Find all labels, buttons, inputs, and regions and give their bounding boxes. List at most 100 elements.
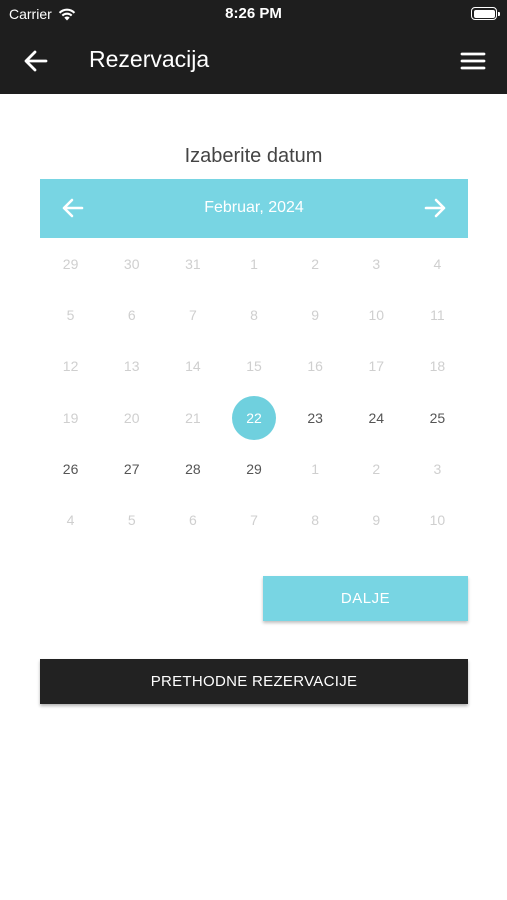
previous-reservations-button[interactable]: PRETHODNE REZERVACIJE [40, 659, 468, 704]
calendar-day[interactable]: 20 [101, 392, 162, 443]
calendar-day-label: 15 [246, 358, 262, 375]
calendar-day-label: 4 [66, 512, 75, 529]
calendar-day[interactable]: 7 [223, 494, 284, 545]
calendar-day[interactable]: 12 [40, 341, 101, 392]
calendar: Februar, 2024 29 30 31 1 2 3 4 5 6 7 8 9 10 11 12 13 14 1… [40, 179, 468, 546]
calendar-day-label: 24 [368, 409, 385, 426]
battery-icon [471, 7, 500, 20]
calendar-day[interactable]: 27 [101, 443, 162, 494]
calendar-day[interactable]: 29 [40, 238, 101, 289]
calendar-day[interactable]: 16 [285, 341, 346, 392]
page-title: Rezervacija [89, 46, 210, 72]
next-button[interactable]: DALJE [263, 576, 468, 621]
calendar-day-label: 6 [127, 306, 136, 323]
calendar-day-label: 20 [123, 409, 140, 426]
calendar-header: Februar, 2024 [40, 179, 468, 238]
calendar-day-label: 7 [250, 512, 258, 529]
calendar-day[interactable]: 9 [285, 289, 346, 340]
calendar-day[interactable]: 23 [285, 392, 346, 443]
calendar-day-label: 2 [311, 255, 320, 272]
calendar-day[interactable]: 18 [407, 341, 468, 392]
battery-fill [473, 9, 495, 18]
calendar-day-label: 1 [250, 255, 258, 272]
calendar-day[interactable]: 8 [223, 289, 284, 340]
calendar-day-label: 21 [185, 409, 201, 426]
calendar-day-label: 12 [62, 358, 79, 375]
calendar-day-label: 3 [433, 460, 442, 477]
calendar-day[interactable]: 24 [346, 392, 407, 443]
calendar-day[interactable]: 1 [285, 443, 346, 494]
calendar-grid: 29 30 31 1 2 3 4 5 6 7 8 9 10 11 12 13 14 15 16 17 18 19 20 21 2… [40, 238, 468, 546]
calendar-day[interactable]: 8 [285, 494, 346, 545]
status-bar: Carrier 8:26 PM [0, 0, 507, 28]
arrow-right-icon [424, 198, 446, 218]
calendar-day[interactable]: 19 [40, 392, 101, 443]
calendar-day-label: 3 [372, 255, 381, 272]
status-time: 8:26 PM [225, 5, 282, 22]
calendar-day-label: 11 [430, 306, 445, 323]
calendar-day[interactable]: 21 [162, 392, 223, 443]
calendar-day-label: 13 [123, 358, 140, 375]
calendar-day-label: 10 [368, 306, 385, 323]
status-right [471, 7, 500, 20]
calendar-day-label: 18 [429, 358, 446, 375]
back-button[interactable] [22, 47, 50, 75]
calendar-day[interactable]: 4 [407, 238, 468, 289]
calendar-day-label: 7 [188, 306, 197, 323]
calendar-day[interactable]: 15 [223, 341, 284, 392]
calendar-day[interactable]: 13 [101, 341, 162, 392]
calendar-day[interactable]: 2 [285, 238, 346, 289]
calendar-day-label: 17 [368, 358, 385, 375]
calendar-day[interactable]: 2 [346, 443, 407, 494]
calendar-day[interactable]: 3 [407, 443, 468, 494]
calendar-day[interactable]: 6 [101, 289, 162, 340]
calendar-day-label: 23 [307, 409, 323, 426]
calendar-day-label: 2 [372, 460, 381, 477]
calendar-day-label: 29 [246, 460, 262, 477]
calendar-day[interactable]: 9 [346, 494, 407, 545]
calendar-day[interactable]: 10 [346, 289, 407, 340]
calendar-day-label: 30 [123, 255, 140, 272]
calendar-day-label: 8 [311, 512, 320, 529]
calendar-day-label: 1 [311, 460, 320, 477]
calendar-day[interactable]: 3 [346, 238, 407, 289]
menu-button[interactable] [459, 48, 487, 74]
calendar-day[interactable]: 10 [407, 494, 468, 545]
calendar-day[interactable]: 17 [346, 341, 407, 392]
calendar-month-label: Februar, 2024 [204, 199, 304, 216]
calendar-day[interactable]: 30 [101, 238, 162, 289]
calendar-day[interactable]: 31 [162, 238, 223, 289]
calendar-day-label: 28 [185, 460, 201, 477]
calendar-day-label: 26 [62, 460, 79, 477]
arrow-left-icon [24, 50, 48, 72]
calendar-day[interactable]: 5 [101, 494, 162, 545]
calendar-day[interactable]: 29 [223, 443, 284, 494]
calendar-day-label: 16 [307, 358, 323, 375]
calendar-day[interactable]: 4 [40, 494, 101, 545]
calendar-day-label: 5 [66, 306, 75, 323]
calendar-day-label: 22 [231, 395, 276, 440]
calendar-day[interactable]: 5 [40, 289, 101, 340]
calendar-day[interactable]: 14 [162, 341, 223, 392]
calendar-day-label: 9 [372, 512, 381, 529]
hamburger-menu-icon [460, 52, 486, 70]
calendar-day[interactable]: 7 [162, 289, 223, 340]
calendar-day-label: 8 [250, 306, 258, 323]
calendar-day[interactable]: 26 [40, 443, 101, 494]
section-title: Izaberite datum [184, 145, 323, 167]
calendar-day-label: 6 [188, 512, 197, 529]
calendar-day-label: 5 [127, 512, 136, 529]
calendar-day-label: 29 [62, 255, 79, 272]
calendar-day[interactable]: 11 [407, 289, 468, 340]
calendar-day-label: 10 [429, 512, 446, 529]
calendar-day[interactable]: 1 [223, 238, 284, 289]
calendar-day[interactable]: 25 [407, 392, 468, 443]
calendar-day-selected[interactable]: 22 [223, 392, 284, 443]
calendar-day-label: 25 [429, 409, 446, 426]
calendar-day-label: 27 [123, 460, 140, 477]
calendar-day[interactable]: 28 [162, 443, 223, 494]
calendar-day[interactable]: 6 [162, 494, 223, 545]
calendar-day-label: 4 [433, 255, 442, 272]
calendar-day-label: 9 [311, 306, 320, 323]
next-month-button[interactable] [422, 195, 448, 221]
